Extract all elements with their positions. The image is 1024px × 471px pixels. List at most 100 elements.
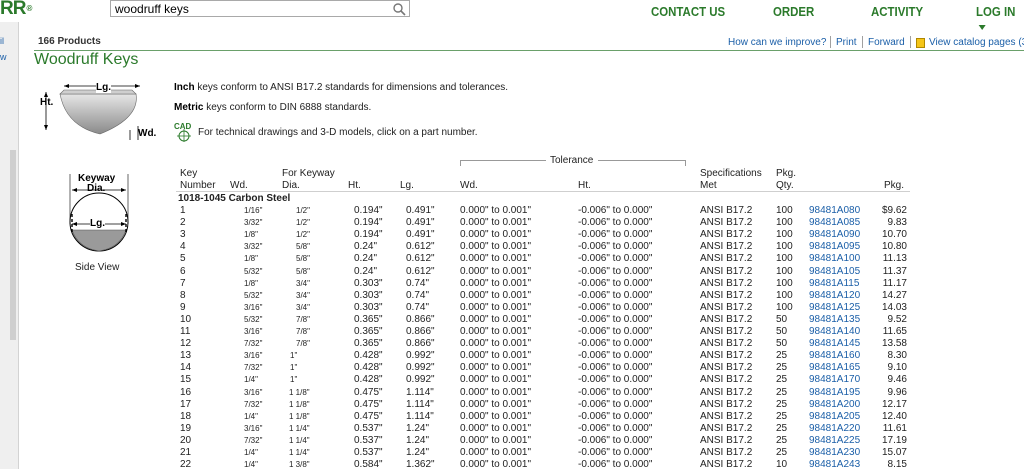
cell-twd: 0.000" to 0.001" bbox=[460, 301, 532, 313]
cell-qty: 25 bbox=[776, 410, 788, 422]
cell-part[interactable]: 98481A200 bbox=[809, 399, 860, 411]
cell-part[interactable]: 98481A120 bbox=[809, 290, 860, 302]
improve-link[interactable]: How can we improve? bbox=[728, 37, 826, 48]
cell-part[interactable]: 98481A220 bbox=[809, 423, 860, 435]
catalog-page-icon[interactable] bbox=[916, 38, 925, 48]
cell-ht: 0.428" bbox=[354, 362, 383, 374]
cell-ht: 0.584" bbox=[354, 459, 383, 471]
cell-part[interactable]: 98481A230 bbox=[809, 447, 860, 459]
cell-lg: 0.612" bbox=[406, 241, 435, 253]
cell-part[interactable]: 98481A135 bbox=[809, 314, 860, 326]
inch-standard-text: Inch keys conform to ANSI B17.2 standard… bbox=[174, 82, 508, 93]
cell-wd: 3/16" bbox=[244, 387, 263, 397]
table-row: 6 5/32" 5/8" 0.24" 0.612" 0.000" to 0.001" -0.… bbox=[0, 266, 1024, 278]
cell-part[interactable]: 98481A205 bbox=[809, 411, 860, 423]
cell-part[interactable]: 98481A100 bbox=[809, 253, 860, 265]
cell-ht: 0.475" bbox=[354, 398, 383, 410]
cell-spec: ANSI B17.2 bbox=[700, 398, 753, 410]
cell-tht: -0.006" to 0.000" bbox=[578, 229, 653, 241]
table-row: 22 1/4" 1 3/8" 0.584" 1.362" 0.000" to 0.001"… bbox=[0, 459, 1024, 471]
table-row: 9 3/16" 3/4" 0.303" 0.74" 0.000" to 0.001" -0.… bbox=[0, 302, 1024, 314]
cell-twd: 0.000" to 0.001" bbox=[460, 313, 532, 325]
tolerance-tick bbox=[460, 160, 461, 166]
cell-wd: 3/32" bbox=[244, 218, 263, 228]
site-logo[interactable]: RR® bbox=[0, 0, 32, 20]
cell-part[interactable]: 98481A145 bbox=[809, 338, 860, 350]
col-lg: Lg. bbox=[400, 180, 414, 191]
nav-activity[interactable]: ACTIVITY bbox=[871, 4, 923, 19]
cell-tht: -0.006" to 0.000" bbox=[578, 205, 653, 216]
cell-part[interactable]: 98481A170 bbox=[809, 374, 860, 386]
cell-part[interactable]: 98481A243 bbox=[809, 459, 860, 471]
table-row: 18 1/4" 1 1/8" 0.475" 1.114" 0.000" to 0.001"… bbox=[0, 411, 1024, 423]
cell-part[interactable]: 98481A125 bbox=[809, 302, 860, 314]
cell-part[interactable]: 98481A140 bbox=[809, 326, 860, 338]
cell-twd: 0.000" to 0.001" bbox=[460, 447, 532, 458]
cell-qty: 100 bbox=[776, 265, 793, 277]
tolerance-header: Tolerance bbox=[550, 155, 594, 166]
nav-order[interactable]: ORDER bbox=[773, 4, 814, 19]
rail-link-1[interactable]: il bbox=[0, 36, 4, 46]
cell-lg: 0.866" bbox=[406, 326, 435, 337]
nav-contact-us[interactable]: CONTACT US bbox=[651, 4, 725, 19]
forward-link[interactable]: Forward bbox=[868, 37, 905, 48]
col-wd: Wd. bbox=[230, 180, 248, 191]
cell-dia: 5/8" bbox=[296, 254, 310, 264]
cell-part[interactable]: 98481A225 bbox=[809, 435, 860, 447]
cell-spec: ANSI B17.2 bbox=[700, 229, 753, 241]
search-icon[interactable] bbox=[392, 2, 406, 16]
cell-spec: ANSI B17.2 bbox=[700, 289, 753, 301]
cell-tht: -0.006" to 0.000" bbox=[578, 301, 653, 313]
search-input[interactable] bbox=[113, 1, 387, 16]
dim-label-height: Ht. bbox=[40, 97, 54, 108]
cell-key: 18 bbox=[180, 410, 192, 422]
view-catalog-link[interactable]: View catalog pages (3 bbox=[929, 37, 1024, 48]
cell-twd: 0.000" to 0.001" bbox=[460, 277, 532, 289]
cell-part[interactable]: 98481A105 bbox=[809, 266, 860, 278]
cell-qty: 25 bbox=[776, 398, 788, 410]
cell-wd: 3/16" bbox=[244, 351, 263, 361]
cell-part[interactable]: 98481A095 bbox=[809, 241, 860, 253]
cell-qty: 100 bbox=[776, 217, 793, 229]
cell-spec: ANSI B17.2 bbox=[700, 386, 753, 398]
cell-ht: 0.537" bbox=[354, 447, 383, 458]
cad-label: CAD bbox=[174, 122, 192, 131]
print-link[interactable]: Print bbox=[836, 37, 857, 48]
nav-log-in[interactable]: LOG IN bbox=[976, 4, 1018, 34]
rail-link-2[interactable]: w bbox=[0, 52, 7, 62]
cell-twd: 0.000" to 0.001" bbox=[460, 265, 532, 277]
cell-part[interactable]: 98481A195 bbox=[809, 387, 860, 399]
search-box bbox=[110, 0, 410, 17]
cell-dia: 1 1/8" bbox=[289, 387, 310, 397]
cell-price: 13.58 bbox=[881, 338, 907, 350]
cell-ht: 0.303" bbox=[354, 289, 383, 301]
cell-part[interactable]: 98481A160 bbox=[809, 350, 860, 362]
cell-tht: -0.006" to 0.000" bbox=[578, 338, 653, 350]
cell-spec: ANSI B17.2 bbox=[700, 277, 753, 289]
table-row: 21 1/4" 1 1/4" 0.537" 1.24" 0.000" to 0.001" -… bbox=[0, 447, 1024, 459]
cell-twd: 0.000" to 0.001" bbox=[460, 229, 532, 241]
cell-tht: -0.006" to 0.000" bbox=[578, 386, 653, 398]
cell-part[interactable]: 98481A165 bbox=[809, 362, 860, 374]
table-row: 13 3/16" 1" 0.428" 0.992" 0.000" to 0.001" -0.… bbox=[0, 350, 1024, 362]
cell-lg: 1.114" bbox=[406, 398, 434, 410]
cell-qty: 100 bbox=[776, 301, 793, 313]
cell-price: 11.37 bbox=[882, 265, 907, 277]
cell-tht: -0.006" to 0.000" bbox=[578, 350, 653, 362]
cell-part[interactable]: 98481A090 bbox=[809, 229, 860, 241]
cell-lg: 0.491" bbox=[406, 229, 435, 241]
cell-part[interactable]: 98481A115 bbox=[809, 278, 859, 290]
cell-spec: ANSI B17.2 bbox=[700, 447, 753, 458]
cell-key: 19 bbox=[180, 422, 192, 434]
cell-dia: 1" bbox=[290, 363, 298, 373]
cell-dia: 1 3/8" bbox=[289, 460, 310, 470]
col-for-keyway: For Keyway bbox=[282, 168, 335, 179]
tolerance-tick bbox=[685, 160, 686, 166]
table-row: 4 3/32" 5/8" 0.24" 0.612" 0.000" to 0.001" -0.… bbox=[0, 241, 1024, 253]
cell-twd: 0.000" to 0.001" bbox=[460, 241, 532, 253]
cell-part[interactable]: 98481A080 bbox=[809, 205, 860, 217]
cell-ht: 0.303" bbox=[354, 301, 383, 313]
cell-part[interactable]: 98481A085 bbox=[809, 217, 860, 229]
keyway-dia-label: Dia. bbox=[87, 183, 106, 194]
cell-spec: ANSI B17.2 bbox=[700, 434, 753, 446]
